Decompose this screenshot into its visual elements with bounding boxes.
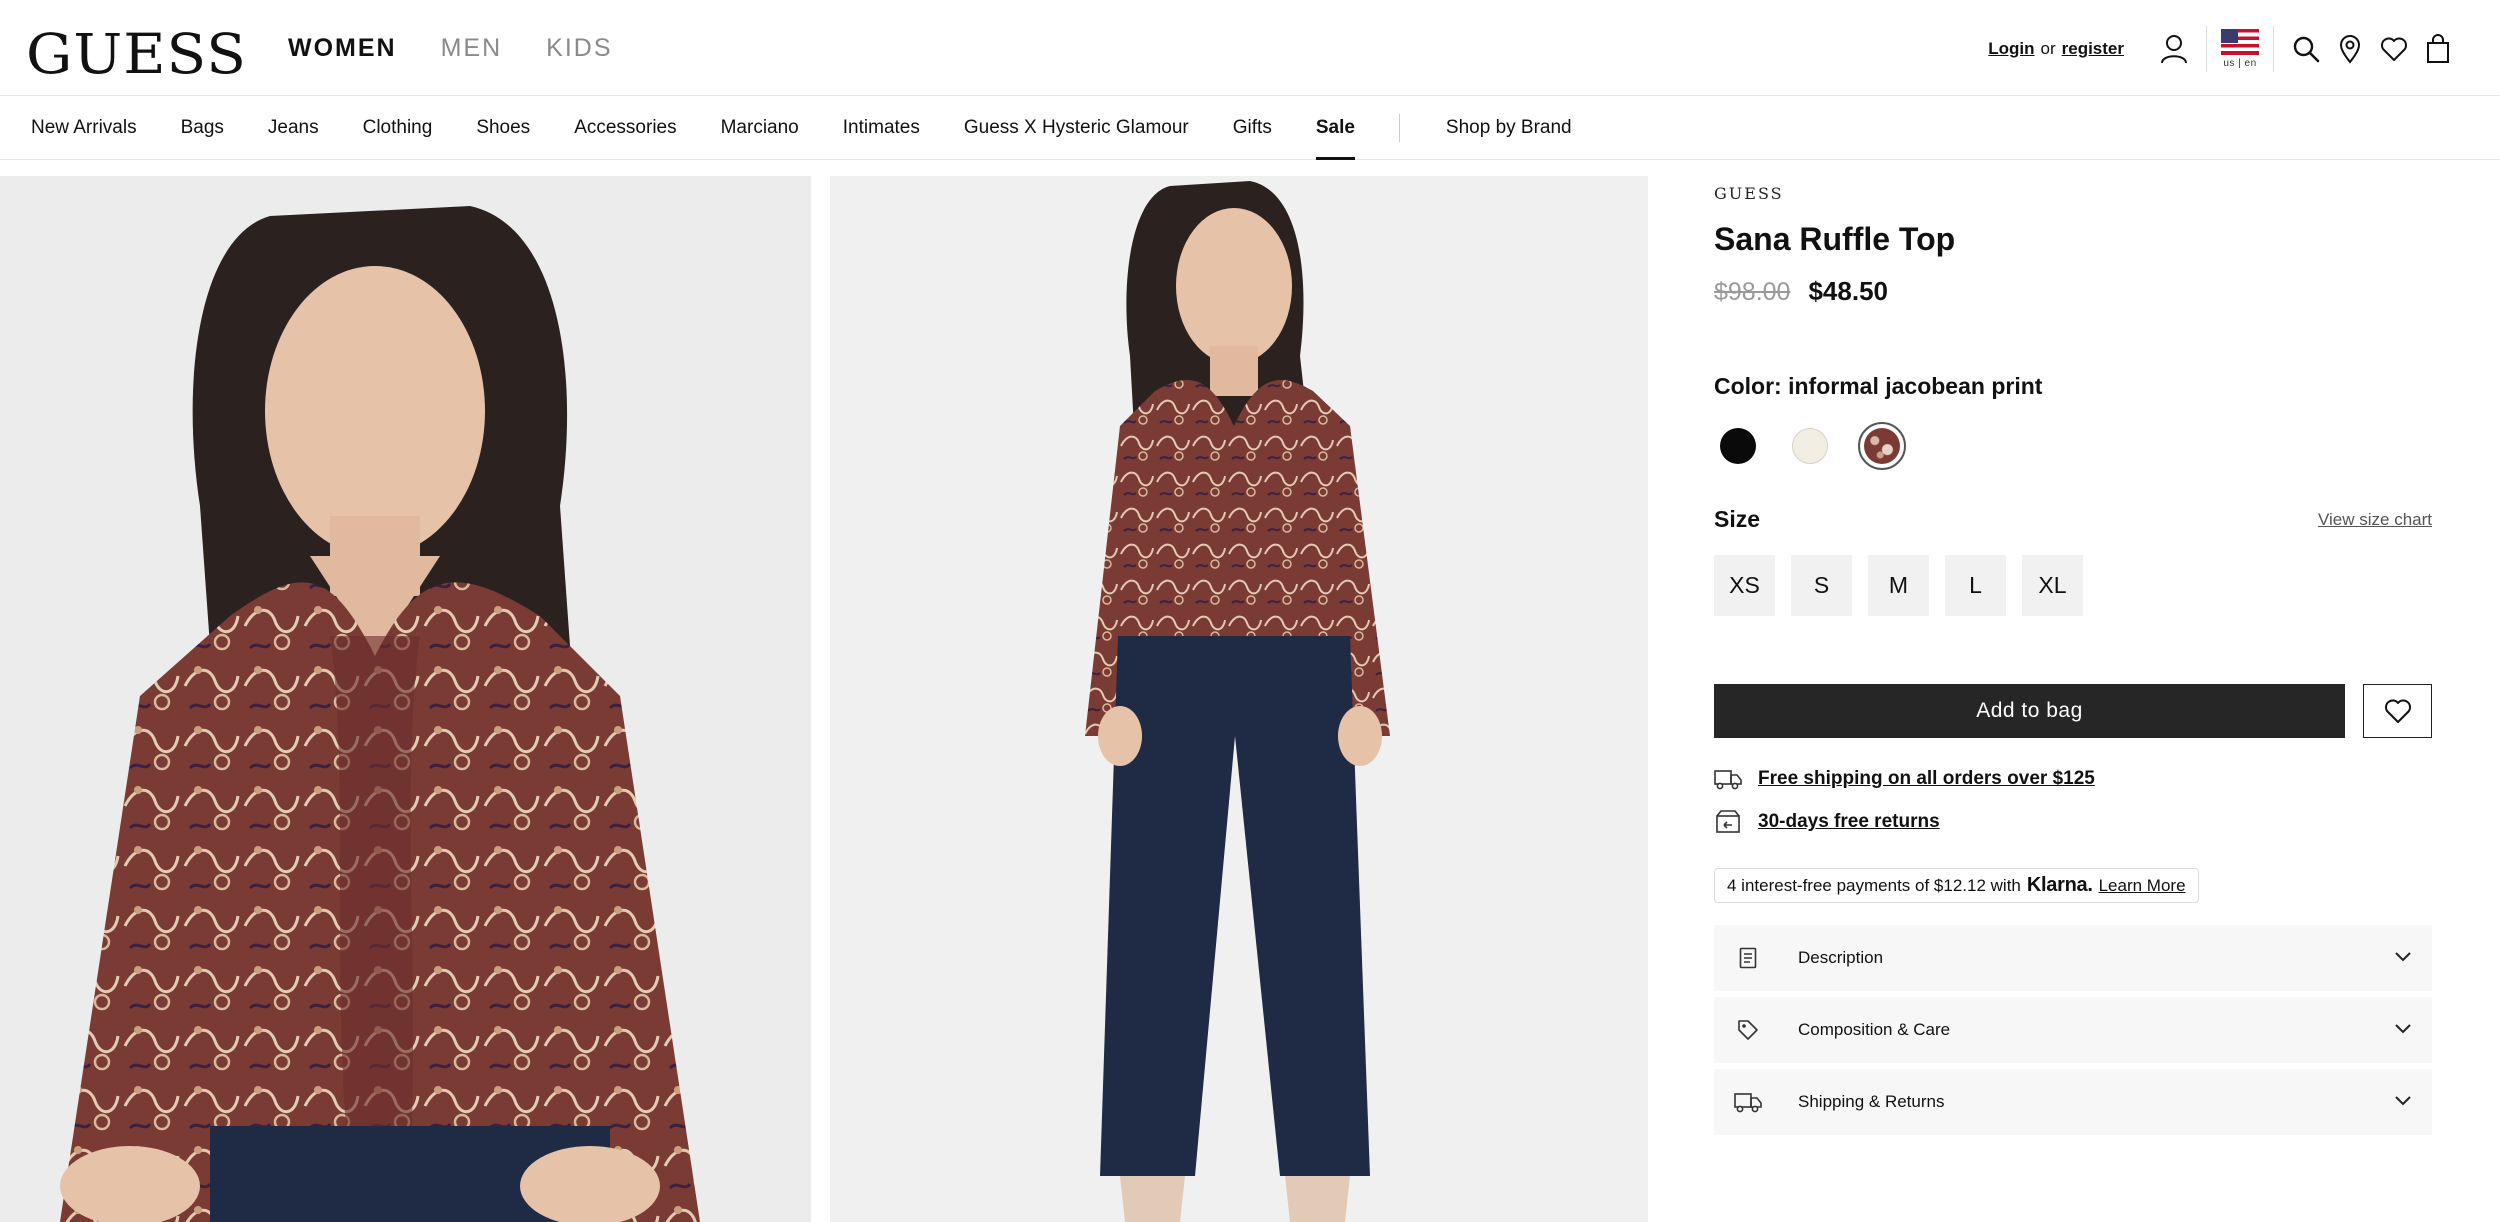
- tab-men[interactable]: MEN: [441, 34, 503, 63]
- swatch-print-selected[interactable]: [1858, 422, 1906, 470]
- size-options: XS S M L XL: [1714, 555, 2432, 616]
- nav-marciano[interactable]: Marciano: [721, 96, 799, 160]
- original-price: $98.00: [1714, 278, 1791, 306]
- accordion-description-label: Description: [1798, 948, 1884, 967]
- gender-nav: WOMEN MEN KIDS: [288, 34, 613, 63]
- product-image-front-closeup[interactable]: [0, 176, 811, 1222]
- free-returns-link[interactable]: 30-days free returns: [1758, 811, 1940, 833]
- sale-price: $48.50: [1808, 276, 1888, 306]
- login-link[interactable]: Login: [1988, 39, 2034, 58]
- top-header: GUESS WOMEN MEN KIDS Login or register us …: [0, 0, 2500, 96]
- delivery-truck-icon: [1714, 770, 1742, 790]
- swatch-cream-dot: [1792, 428, 1828, 464]
- login-register: Login or register: [1988, 39, 2124, 59]
- free-shipping-link[interactable]: Free shipping on all orders over $125: [1758, 768, 2095, 790]
- size-l-button[interactable]: L: [1945, 555, 2006, 616]
- store-locator-icon[interactable]: [2328, 27, 2372, 71]
- add-to-wishlist-button[interactable]: [2363, 684, 2432, 738]
- swatch-print-dot: [1864, 428, 1900, 464]
- klarna-logo: Klarna.: [2026, 874, 2093, 896]
- size-xl-button[interactable]: XL: [2022, 555, 2083, 616]
- klarna-text: 4 interest-free payments of $12.12 with: [1727, 875, 2021, 895]
- truck-icon: [1734, 1091, 1762, 1113]
- size-header: Size View size chart: [1714, 506, 2432, 533]
- add-to-bag-button[interactable]: Add to bag: [1714, 684, 2345, 738]
- nav-shop-by-brand[interactable]: Shop by Brand: [1446, 96, 1572, 160]
- color-swatches: [1714, 422, 2432, 470]
- color-value: informal jacobean print: [1788, 373, 2043, 399]
- locale-label: us | en: [2223, 58, 2257, 69]
- color-label: Color: informal jacobean print: [1714, 373, 2432, 400]
- product-info-accordion: Description Composition & Care Shipping …: [1714, 925, 2432, 1135]
- model-full-body-illustration: [830, 176, 1648, 1222]
- accordion-shipping-returns[interactable]: Shipping & Returns: [1714, 1069, 2432, 1135]
- nav-shoes[interactable]: Shoes: [476, 96, 530, 160]
- nav-gifts[interactable]: Gifts: [1233, 96, 1272, 160]
- nav-hysteric-glamour[interactable]: Guess X Hysteric Glamour: [964, 96, 1189, 160]
- size-m-button[interactable]: M: [1868, 555, 1929, 616]
- size-xs-button[interactable]: XS: [1714, 555, 1775, 616]
- returns-perk: 30-days free returns: [1714, 810, 2432, 834]
- klarna-banner: 4 interest-free payments of $12.12 with …: [1714, 868, 2199, 903]
- nav-new-arrivals[interactable]: New Arrivals: [31, 96, 137, 160]
- nav-accessories[interactable]: Accessories: [574, 96, 676, 160]
- locale-selector[interactable]: us | en: [2206, 26, 2274, 72]
- nav-jeans[interactable]: Jeans: [268, 96, 319, 160]
- guess-logo[interactable]: GUESS: [26, 22, 247, 87]
- accordion-shipping-label: Shipping & Returns: [1798, 1092, 1945, 1111]
- account-icon[interactable]: [2152, 27, 2196, 71]
- view-size-chart-link[interactable]: View size chart: [2318, 510, 2432, 530]
- register-link[interactable]: register: [2062, 39, 2124, 58]
- tag-icon: [1734, 1019, 1762, 1041]
- return-box-icon: [1716, 810, 1740, 833]
- tab-kids[interactable]: KIDS: [546, 34, 612, 63]
- nav-divider: [1398, 114, 1400, 142]
- heart-icon: [2384, 699, 2411, 723]
- chevron-down-icon: [2394, 1020, 2412, 1040]
- nav-clothing[interactable]: Clothing: [363, 96, 433, 160]
- swatch-black[interactable]: [1714, 422, 1762, 470]
- tab-women[interactable]: WOMEN: [288, 34, 397, 63]
- price-block: $98.00 $48.50: [1714, 276, 2432, 307]
- shopping-bag-icon[interactable]: [2416, 27, 2460, 71]
- product-brand[interactable]: GUESS: [1714, 184, 2432, 203]
- bag-actions: Add to bag: [1714, 684, 2432, 738]
- chevron-down-icon: [2394, 948, 2412, 968]
- search-icon[interactable]: [2284, 27, 2328, 71]
- chevron-down-icon: [2394, 1092, 2412, 1112]
- size-s-button[interactable]: S: [1791, 555, 1852, 616]
- accordion-description[interactable]: Description: [1714, 925, 2432, 991]
- shipping-perk: Free shipping on all orders over $125: [1714, 768, 2432, 790]
- header-actions: Login or register us | en: [1988, 26, 2460, 72]
- nav-intimates[interactable]: Intimates: [843, 96, 920, 160]
- swatch-black-dot: [1720, 428, 1756, 464]
- product-image-full-body[interactable]: [830, 176, 1648, 1222]
- model-closeup-illustration: [0, 176, 811, 1222]
- product-title: Sana Ruffle Top: [1714, 221, 1956, 257]
- wishlist-icon[interactable]: [2372, 27, 2416, 71]
- us-flag-icon: [2221, 29, 2259, 55]
- document-icon: [1734, 947, 1762, 969]
- klarna-learn-more-link[interactable]: Learn More: [2099, 876, 2186, 896]
- nav-sale[interactable]: Sale: [1315, 96, 1356, 160]
- color-prefix: Color:: [1714, 373, 1782, 399]
- accordion-composition-label: Composition & Care: [1798, 1020, 1951, 1039]
- accordion-composition-care[interactable]: Composition & Care: [1714, 997, 2432, 1063]
- size-label: Size: [1714, 506, 1761, 532]
- or-text: or: [2040, 39, 2056, 58]
- category-nav: New Arrivals Bags Jeans Clothing Shoes A…: [0, 96, 2500, 160]
- product-details-panel: GUESS Sana Ruffle Top $98.00 $48.50 Colo…: [1714, 176, 2432, 1141]
- swatch-cream[interactable]: [1786, 422, 1834, 470]
- nav-bags[interactable]: Bags: [181, 96, 224, 160]
